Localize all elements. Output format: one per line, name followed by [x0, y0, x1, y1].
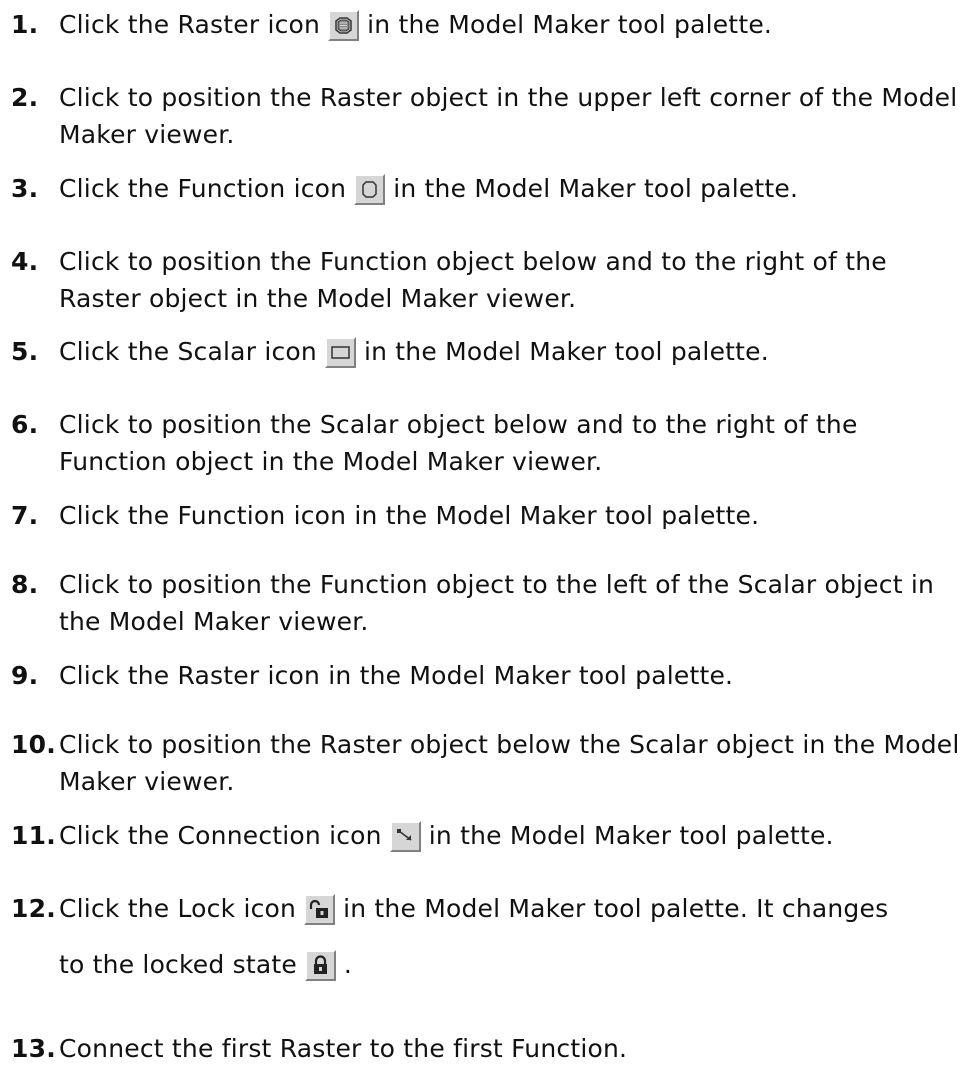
step-3: 3. Click the Function icon in the Model M… [11, 170, 971, 207]
step-number: 8. [11, 570, 39, 599]
step-number: 7. [11, 501, 39, 530]
step-7: 7. Click the Function icon in the Model … [11, 497, 971, 534]
step-text: Connect the first Raster to the first Fu… [59, 1034, 628, 1063]
step-4: 4. Click to position the Function object… [11, 243, 971, 317]
step-number: 13. [11, 1034, 56, 1063]
lock-icon [304, 950, 336, 981]
step-1: 1. Click the Raster icon in the Model Mak… [11, 6, 971, 43]
step-number: 12. [11, 894, 56, 923]
step-9: 9. Click the Raster icon in the Model Ma… [11, 657, 971, 694]
unlock-icon [304, 894, 336, 925]
step-text: in the Model Maker tool palette. [428, 821, 834, 850]
step-number: 1. [11, 10, 39, 39]
step-text: in the Model Maker tool palette. It chan… [343, 894, 889, 923]
step-11: 11. Click the Connection icon in the Mode… [11, 817, 971, 854]
step-number: 2. [11, 83, 39, 112]
step-text: Click the Raster icon in the Model Maker… [59, 661, 734, 690]
step-text: Click the Function icon in the Model Mak… [59, 501, 760, 530]
step-text: Click the Function icon [59, 174, 347, 203]
step-number: 10. [11, 730, 56, 759]
step-number: 4. [11, 247, 39, 276]
step-text: Click the Connection icon [59, 821, 382, 850]
step-text: Click to position the Scalar object belo… [59, 410, 858, 476]
step-5: 5. Click the Scalar icon in the Model Mak… [11, 333, 971, 370]
raster-icon [328, 10, 360, 41]
step-6: 6. Click to position the Scalar object b… [11, 406, 971, 480]
step-text: . [343, 950, 353, 979]
step-number: 3. [11, 174, 39, 203]
step-text: in the Model Maker tool palette. [363, 337, 769, 366]
step-10: 10. Click to position the Raster object … [11, 726, 971, 800]
step-number: 6. [11, 410, 39, 439]
connection-icon [389, 821, 421, 852]
step-text: Click to position the Raster object belo… [59, 730, 960, 796]
step-2: 2. Click to position the Raster object i… [11, 79, 971, 153]
scalar-icon [324, 337, 356, 368]
step-text: Click to position the Raster object in t… [59, 83, 958, 149]
step-text: in the Model Maker tool palette. [393, 174, 799, 203]
step-number: 9. [11, 661, 39, 690]
step-12: 12. Click the Lock icon in the Model Make… [11, 890, 971, 993]
step-8: 8. Click to position the Function object… [11, 566, 971, 640]
step-text: Click the Raster icon [59, 10, 321, 39]
step-text: in the Model Maker tool palette. [367, 10, 773, 39]
step-number: 5. [11, 337, 39, 366]
step-text: Click the Scalar icon [59, 337, 317, 366]
step-text: Click to position the Function object be… [59, 247, 887, 313]
step-13: 13. Connect the first Raster to the firs… [11, 1030, 971, 1067]
function-icon [354, 174, 386, 205]
step-number: 11. [11, 821, 56, 850]
step-text: Click to position the Function object to… [59, 570, 935, 636]
step-text: to the locked state [59, 950, 297, 979]
step-text: Click the Lock icon [59, 894, 297, 923]
